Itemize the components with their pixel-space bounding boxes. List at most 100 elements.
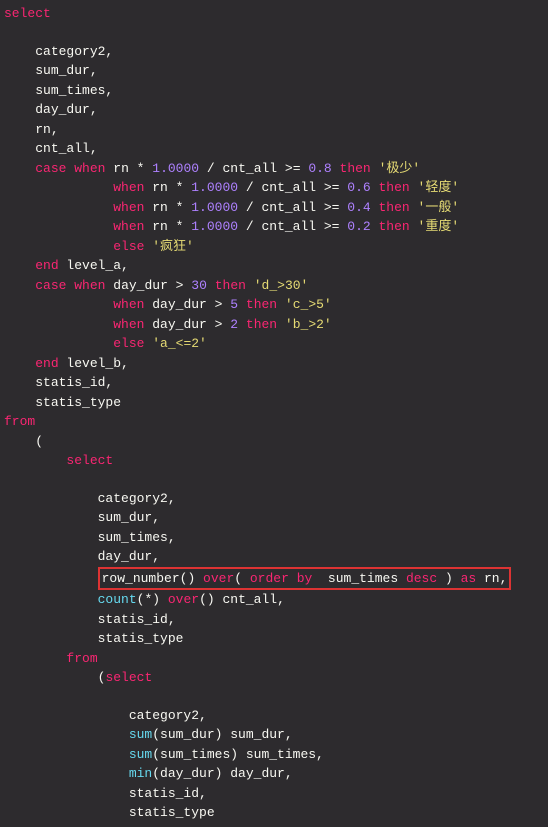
sql-code-block: select category2, sum_dur, sum_times, da… xyxy=(0,0,548,827)
code-line: sum_dur, xyxy=(4,61,544,81)
token-ident xyxy=(246,278,254,293)
code-line: when rn * 1.0000 / cnt_all >= 0.6 then '… xyxy=(4,178,544,198)
token-func: min xyxy=(129,766,152,781)
code-line: min(day_dur) day_dur, xyxy=(4,764,544,784)
token-ident: row_number() xyxy=(102,571,203,586)
token-kw: when xyxy=(74,161,105,176)
token-kw: over xyxy=(168,592,199,607)
token-ident: (sum_times) sum_times, xyxy=(152,747,324,762)
token-ident xyxy=(238,297,246,312)
code-line: from xyxy=(4,412,544,432)
token-kw: else xyxy=(113,239,144,254)
token-num: 30 xyxy=(191,278,207,293)
code-line: when day_dur > 5 then 'c_>5' xyxy=(4,295,544,315)
token-ident: ) xyxy=(437,571,460,586)
token-ident xyxy=(410,219,418,234)
token-ident xyxy=(371,180,379,195)
token-kw: from xyxy=(66,651,97,666)
code-line xyxy=(4,688,544,706)
code-line: sum(sum_dur) sum_dur, xyxy=(4,725,544,745)
token-ident: rn, xyxy=(476,571,507,586)
token-kw: when xyxy=(113,317,144,332)
token-str: 'b_>2' xyxy=(285,317,332,332)
token-ident: statis_type xyxy=(98,631,184,646)
token-ident: cnt_all, xyxy=(35,141,97,156)
token-kw: desc xyxy=(406,571,437,586)
code-line: category2, xyxy=(4,489,544,509)
token-kw: when xyxy=(113,200,144,215)
code-line: sum_dur, xyxy=(4,508,544,528)
token-ident xyxy=(207,278,215,293)
token-ident: / cnt_all >= xyxy=(199,161,308,176)
token-ident xyxy=(238,317,246,332)
token-kw: case xyxy=(35,161,66,176)
token-ident xyxy=(410,200,418,215)
token-ident xyxy=(277,317,285,332)
code-line xyxy=(4,471,544,489)
code-line: ( xyxy=(4,432,544,452)
token-num: 0.2 xyxy=(347,219,370,234)
token-ident xyxy=(332,161,340,176)
token-ident: sum_times xyxy=(312,571,406,586)
token-ident: rn, xyxy=(35,122,58,137)
token-num: 0.4 xyxy=(347,200,370,215)
token-kw: when xyxy=(113,219,144,234)
token-kw: as xyxy=(461,571,477,586)
code-line: statis_id, xyxy=(4,610,544,630)
token-ident: / cnt_all >= xyxy=(238,180,347,195)
code-line: case when day_dur > 30 then 'd_>30' xyxy=(4,276,544,296)
token-kw: then xyxy=(379,200,410,215)
code-line: sum(sum_times) sum_times, xyxy=(4,745,544,765)
code-line: statis_id, xyxy=(4,373,544,393)
token-str: '极少' xyxy=(379,161,421,176)
code-line xyxy=(4,24,544,42)
token-ident: (day_dur) day_dur, xyxy=(152,766,292,781)
token-kw: then xyxy=(379,219,410,234)
code-line: statis_type xyxy=(4,803,544,823)
token-str: '重度' xyxy=(418,219,460,234)
code-line: day_dur, xyxy=(4,547,544,567)
code-line: row_number() over( order by sum_times de… xyxy=(4,567,544,591)
token-kw: order xyxy=(250,571,289,586)
code-line: cnt_all, xyxy=(4,139,544,159)
token-ident: sum_dur, xyxy=(35,63,97,78)
code-line: select xyxy=(4,451,544,471)
token-kw: then xyxy=(246,317,277,332)
token-ident: rn * xyxy=(105,161,152,176)
token-ident: ( xyxy=(35,434,43,449)
code-line: category2, xyxy=(4,42,544,62)
token-str: '一般' xyxy=(418,200,460,215)
token-ident: (*) xyxy=(137,592,168,607)
code-line: day_dur, xyxy=(4,100,544,120)
token-str: 'c_>5' xyxy=(285,297,332,312)
token-kw: select xyxy=(66,453,113,468)
code-line: rn, xyxy=(4,120,544,140)
token-ident: rn * xyxy=(144,200,191,215)
token-kw: select xyxy=(105,670,152,685)
token-kw: by xyxy=(297,571,313,586)
token-kw: then xyxy=(379,180,410,195)
code-line: when rn * 1.0000 / cnt_all >= 0.4 then '… xyxy=(4,198,544,218)
token-kw: then xyxy=(246,297,277,312)
token-kw: when xyxy=(113,180,144,195)
token-ident: sum_times, xyxy=(98,530,176,545)
code-line: from xyxy=(4,649,544,669)
code-line: (select xyxy=(4,668,544,688)
token-kw: over xyxy=(203,571,234,586)
token-kw: then xyxy=(215,278,246,293)
token-num: 1.0000 xyxy=(191,219,238,234)
token-ident: ( xyxy=(234,571,250,586)
token-func: count xyxy=(98,592,137,607)
code-line: when day_dur > 2 then 'b_>2' xyxy=(4,315,544,335)
token-str: 'a_<=2' xyxy=(152,336,207,351)
token-ident: rn * xyxy=(144,219,191,234)
code-line: sum_times, xyxy=(4,528,544,548)
code-line: category2, xyxy=(4,706,544,726)
token-num: 0.8 xyxy=(308,161,331,176)
token-ident: day_dur > xyxy=(144,317,230,332)
token-ident xyxy=(371,219,379,234)
code-line: sum_times, xyxy=(4,81,544,101)
token-kw: when xyxy=(74,278,105,293)
token-num: 1.0000 xyxy=(191,200,238,215)
token-num: 1.0000 xyxy=(191,180,238,195)
